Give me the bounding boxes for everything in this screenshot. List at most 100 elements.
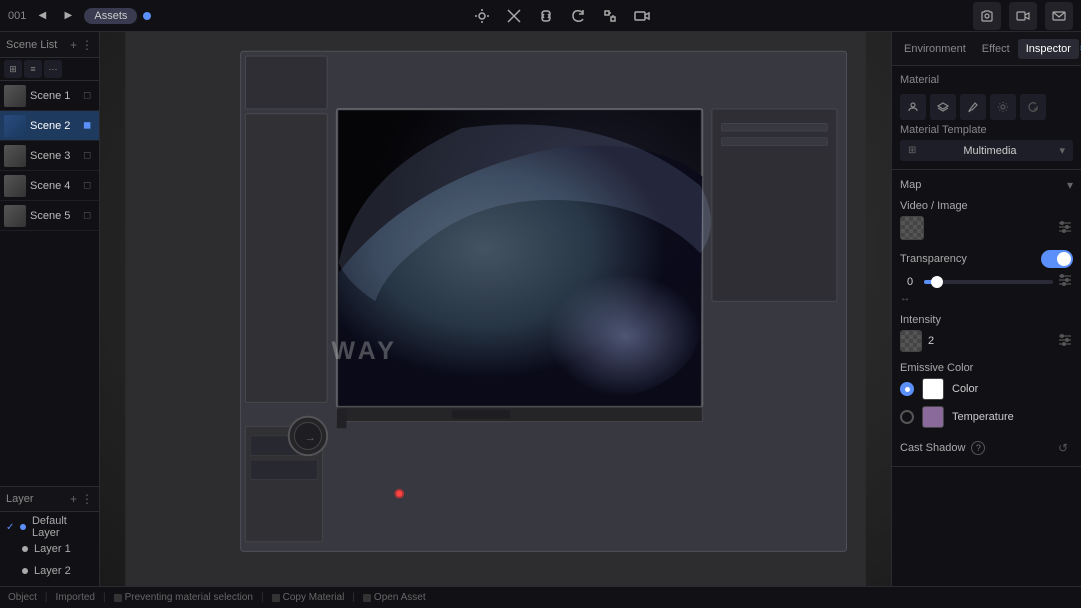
mat-icon-settings[interactable] <box>990 94 1016 120</box>
map-expand-icon[interactable]: ▾ <box>1067 178 1073 192</box>
scene-item-1[interactable]: Scene 1 ◻ <box>0 81 99 111</box>
scene-toolbar-btn3[interactable]: ⋯ <box>44 60 62 78</box>
layer-name-default: Default Layer <box>32 515 93 539</box>
app-title-area: 001 ◀ ▶ Assets <box>8 6 151 26</box>
scene-list-header: Scene List + ⋮ <box>0 32 99 58</box>
video-image-label: Video / Image <box>900 200 1073 212</box>
layer-actions: + ⋮ <box>70 492 93 506</box>
toolbar-transform-icon[interactable] <box>600 6 620 26</box>
video-image-adjust[interactable] <box>1057 219 1073 238</box>
emissive-color-radio[interactable] <box>900 382 914 396</box>
radio-dot <box>905 387 910 392</box>
status-action1[interactable]: Preventing material selection <box>114 592 253 603</box>
tab-environment[interactable]: Environment <box>896 39 974 59</box>
mat-icon-refresh[interactable] <box>1020 94 1046 120</box>
layer-item-default[interactable]: ✓ Default Layer <box>0 516 99 538</box>
emissive-temp-radio[interactable] <box>900 410 914 424</box>
scene-visible-4: ◻ <box>83 180 95 192</box>
scene-add-icon[interactable]: + <box>70 38 77 52</box>
nav-forward[interactable]: ▶ <box>58 6 78 26</box>
scene-thumb-2 <box>4 115 26 137</box>
toolbar-light-icon[interactable] <box>472 6 492 26</box>
mat-icon-brush[interactable] <box>960 94 986 120</box>
status-imported: Imported <box>56 592 95 603</box>
layer-dot-default <box>20 524 26 530</box>
template-icon: ⊞ <box>908 145 916 156</box>
cast-shadow-refresh[interactable]: ↺ <box>1053 438 1073 458</box>
tab-effect[interactable]: Effect <box>974 39 1018 59</box>
emissive-color-swatch[interactable] <box>922 378 944 400</box>
scene-thumb-1 <box>4 85 26 107</box>
video-image-swatch[interactable] <box>900 216 924 240</box>
action3-label: Open Asset <box>374 592 426 603</box>
svg-text:→: → <box>304 432 316 444</box>
scene-menu-icon[interactable]: ⋮ <box>81 38 93 52</box>
layer-item-1[interactable]: Layer 1 <box>0 538 99 560</box>
scene-list-title: Scene List <box>6 39 57 51</box>
right-panel: Environment Effect Inspector ⚙ Material <box>891 32 1081 586</box>
intensity-label: Intensity <box>900 314 1073 326</box>
template-select[interactable]: ⊞ Multimedia ▾ <box>900 140 1073 161</box>
transparency-toggle[interactable] <box>1041 250 1073 268</box>
action3-icon <box>363 594 371 602</box>
intensity-adjust[interactable] <box>1057 332 1073 351</box>
layer-add-icon[interactable]: + <box>70 492 77 506</box>
scene-name-2: Scene 2 <box>30 120 79 132</box>
layer-check-default: ✓ <box>6 522 14 533</box>
action2-label: Copy Material <box>283 592 345 603</box>
status-bar: Object | Imported | Preventing material … <box>0 586 1081 608</box>
assets-button[interactable]: Assets <box>84 8 137 24</box>
action1-icon <box>114 594 122 602</box>
mat-icon-layers[interactable] <box>930 94 956 120</box>
emissive-temperature-option[interactable]: Temperature <box>900 406 1073 428</box>
layer-name-2: Layer 2 <box>34 565 71 577</box>
emissive-temp-swatch[interactable] <box>922 406 944 428</box>
video-image-row <box>900 216 1073 240</box>
intensity-value: 2 <box>928 335 934 347</box>
camera-btn[interactable] <box>973 2 1001 30</box>
emissive-color-name: Color <box>952 383 978 395</box>
left-panel: Scene List + ⋮ ⊞ ≡ ⋯ Scene 1 ◻ Scene 2 ◼ <box>0 32 100 586</box>
template-chevron: ▾ <box>1059 144 1065 157</box>
viewport[interactable]: ONE WAY → <box>100 32 891 586</box>
scene-name-3: Scene 3 <box>30 150 79 162</box>
toolbar-link-icon[interactable] <box>536 6 556 26</box>
material-icon-row <box>900 94 1073 120</box>
status-action2[interactable]: Copy Material <box>272 592 345 603</box>
scene-item-2[interactable]: Scene 2 ◼ <box>0 111 99 141</box>
cast-shadow-help[interactable]: ? <box>971 441 985 455</box>
scene-toolbar-btn1[interactable]: ⊞ <box>4 60 22 78</box>
layer-title: Layer <box>6 493 34 505</box>
status-object: Object <box>8 592 37 603</box>
toolbar-cut-icon[interactable] <box>504 6 524 26</box>
template-value: Multimedia <box>963 145 1016 157</box>
scene-toolbar-btn2[interactable]: ≡ <box>24 60 42 78</box>
scene-visible-5: ◻ <box>83 210 95 222</box>
status-action3[interactable]: Open Asset <box>363 592 426 603</box>
scene-thumb-4 <box>4 175 26 197</box>
scene-item-3[interactable]: Scene 3 ◻ <box>0 141 99 171</box>
mat-icon-person[interactable] <box>900 94 926 120</box>
layer-menu-icon[interactable]: ⋮ <box>81 492 93 506</box>
video-btn[interactable] <box>1009 2 1037 30</box>
emissive-color-option[interactable]: Color <box>900 378 1073 400</box>
app-title: 001 <box>8 10 26 22</box>
transparency-adjust[interactable] <box>1057 272 1073 291</box>
intensity-property: Intensity 2 <box>900 314 1073 352</box>
template-label: Material Template <box>900 124 1073 136</box>
tab-inspector[interactable]: Inspector <box>1018 39 1079 59</box>
nav-back[interactable]: ◀ <box>32 6 52 26</box>
toolbar-camera-icon[interactable] <box>632 6 652 26</box>
layer-item-2[interactable]: Layer 2 <box>0 560 99 582</box>
transparency-property: Transparency 0 ↔ <box>900 250 1073 304</box>
scene-item-5[interactable]: Scene 5 ◻ <box>0 201 99 231</box>
slider-handle <box>931 276 943 288</box>
mail-btn[interactable] <box>1045 2 1073 30</box>
status-dot <box>143 12 151 20</box>
transparency-slider[interactable] <box>924 280 1053 284</box>
toolbar-rotate-icon[interactable] <box>568 6 588 26</box>
layer-header: Layer + ⋮ <box>0 486 99 512</box>
viewport-scene: ONE WAY → <box>100 32 891 586</box>
scene-item-4[interactable]: Scene 4 ◻ <box>0 171 99 201</box>
material-section: Material Material Template <box>892 66 1081 170</box>
